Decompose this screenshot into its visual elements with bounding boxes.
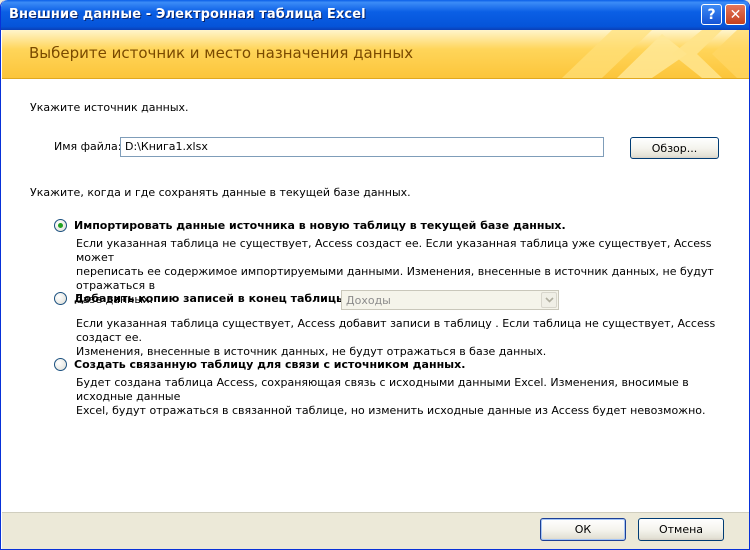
- close-icon: ✕: [729, 6, 742, 23]
- close-button[interactable]: ✕: [725, 4, 746, 25]
- source-prompt: Укажите источник данных.: [30, 101, 189, 114]
- import-desc-line-1: Если указанная таблица не существует, Ac…: [76, 237, 712, 264]
- help-button[interactable]: ?: [701, 4, 722, 25]
- link-option-label[interactable]: Создать связанную таблицу для связи с ис…: [74, 358, 465, 371]
- file-name-label: Имя файла:: [54, 140, 122, 153]
- dialog-footer: ОК Отмена: [2, 512, 749, 549]
- banner-decoration-icon: [562, 30, 749, 78]
- import-option-label[interactable]: Импортировать данные источника в новую т…: [74, 219, 566, 232]
- append-table-combobox[interactable]: Доходы: [341, 290, 559, 310]
- append-desc-line-1: Если указанная таблица существует, Acces…: [76, 317, 716, 344]
- header-banner: Выберите источник и место назначения дан…: [2, 30, 749, 79]
- window-title: Внешние данные - Электронная таблица Exc…: [9, 7, 366, 22]
- cancel-button-label: Отмена: [658, 523, 704, 536]
- append-desc-line-2: Изменения, внесенные в источник данных, …: [76, 345, 547, 358]
- link-desc-line-2: Excel, будут отражаться в связанной табл…: [76, 404, 706, 417]
- browse-button[interactable]: Обзор...: [630, 137, 719, 159]
- dialog-content: Укажите источник данных. Имя файла: D:\К…: [2, 79, 749, 512]
- append-radio[interactable]: [54, 292, 67, 305]
- append-table-value: Доходы: [346, 294, 391, 307]
- link-radio[interactable]: [54, 358, 67, 371]
- file-name-input[interactable]: D:\Книга1.xlsx: [120, 137, 604, 157]
- ok-button-label: ОК: [574, 523, 592, 536]
- append-description: Если указанная таблица существует, Acces…: [76, 317, 736, 359]
- help-icon: ?: [707, 6, 716, 23]
- chevron-down-icon: [544, 297, 554, 303]
- title-bar[interactable]: Внешние данные - Электронная таблица Exc…: [1, 0, 749, 30]
- import-desc-line-2: переписать ее содержимое импортируемыми …: [76, 265, 714, 292]
- import-radio[interactable]: [54, 219, 67, 232]
- link-description: Будет создана таблица Access, сохраняюща…: [76, 376, 736, 418]
- cancel-button[interactable]: Отмена: [638, 518, 724, 541]
- banner-title: Выберите источник и место назначения дан…: [29, 44, 414, 62]
- browse-button-label: Обзор...: [651, 141, 698, 155]
- dropdown-button[interactable]: [541, 292, 557, 308]
- ok-button[interactable]: ОК: [540, 518, 626, 541]
- radio-selected-dot: [58, 223, 63, 228]
- link-desc-line-1: Будет создана таблица Access, сохраняюща…: [76, 376, 689, 403]
- append-option-label[interactable]: Добавить копию записей в конец таблицы:: [74, 292, 350, 305]
- storage-prompt: Укажите, когда и где сохранять данные в …: [30, 186, 411, 199]
- dialog-window: Внешние данные - Электронная таблица Exc…: [0, 0, 750, 550]
